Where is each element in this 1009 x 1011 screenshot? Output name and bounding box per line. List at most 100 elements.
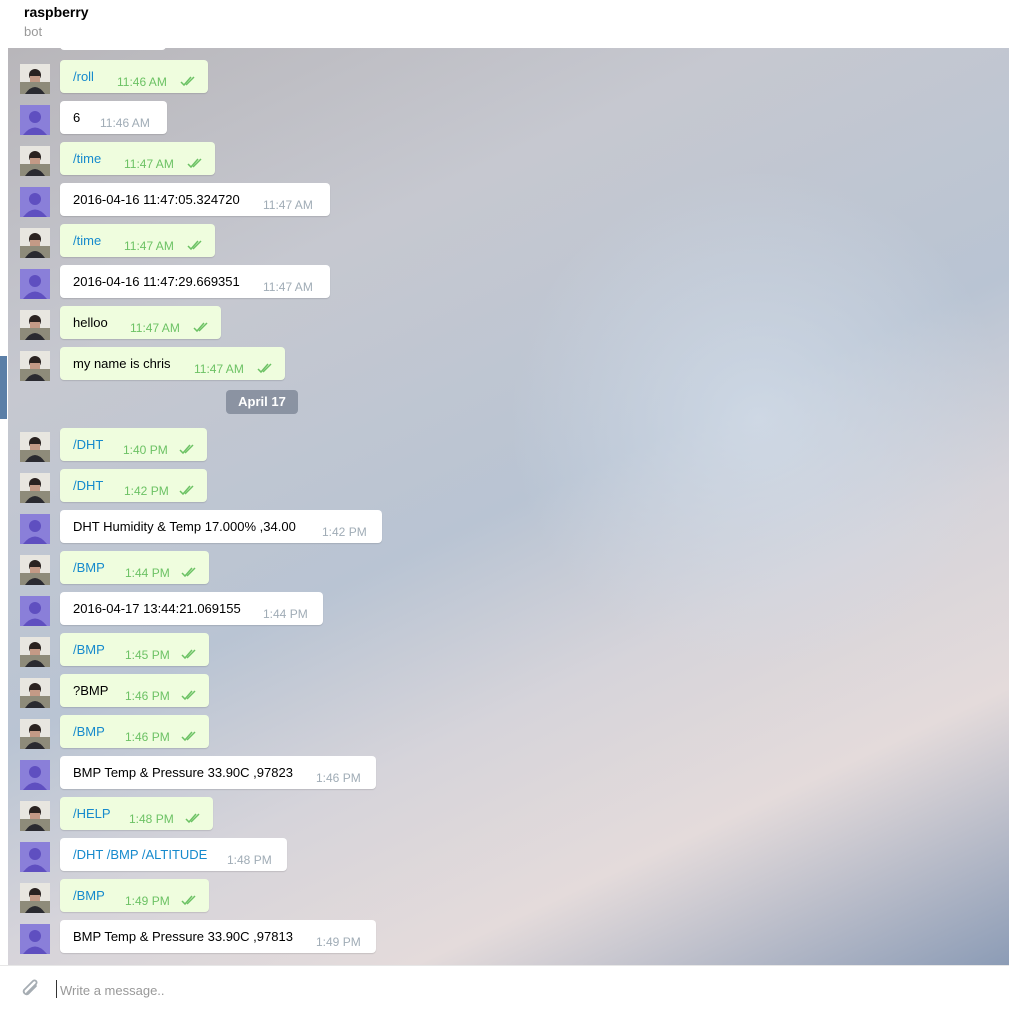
outgoing-message[interactable]: /time 11:47 AM [60, 142, 215, 175]
read-checkmarks-icon [187, 238, 205, 251]
read-checkmarks-icon [181, 729, 199, 742]
incoming-message[interactable]: /DHT /BMP /ALTITUDE 1:48 PM [60, 838, 287, 871]
bot-avatar[interactable] [20, 924, 50, 954]
message-list[interactable]: April 17 /roll 11:46 AM 6 11:46 AM/time 11:4… [8, 48, 1009, 965]
user-avatar[interactable] [20, 801, 50, 831]
user-avatar[interactable] [20, 228, 50, 258]
bot-avatar[interactable] [20, 187, 50, 217]
message-command-link[interactable]: /BMP [73, 888, 105, 903]
outgoing-message[interactable]: /time 11:47 AM [60, 224, 215, 257]
user-avatar[interactable] [20, 146, 50, 176]
user-avatar[interactable] [20, 310, 50, 340]
message-command-link[interactable]: /DHT [73, 437, 103, 452]
outgoing-message[interactable]: /DHT 1:42 PM [60, 469, 207, 502]
read-checkmarks-icon [180, 74, 198, 87]
read-checkmarks-icon [179, 442, 197, 455]
bot-avatar[interactable] [20, 269, 50, 299]
incoming-message[interactable]: DHT Humidity & Temp 17.000% ,34.00 1:42 P… [60, 510, 382, 543]
outgoing-message[interactable]: /BMP 1:45 PM [60, 633, 209, 666]
read-checkmarks-icon [181, 647, 199, 660]
sidebar-edge [0, 356, 7, 419]
message-command-link[interactable]: /time [73, 233, 101, 248]
incoming-message[interactable]: 2016-04-16 11:47:29.669351 11:47 AM [60, 265, 330, 298]
message-text: 6 [73, 110, 81, 125]
message-timestamp: 1:42 PM [124, 484, 169, 498]
read-checkmarks-icon [193, 320, 211, 333]
outgoing-message[interactable]: /roll 11:46 AM [60, 60, 208, 93]
message-command-link[interactable]: /roll [73, 69, 94, 84]
message-text: BMP Temp & Pressure 33.90C ,97823 [73, 765, 293, 780]
attach-icon[interactable] [20, 978, 42, 1002]
user-avatar[interactable] [20, 637, 50, 667]
message-timestamp: 1:49 PM [125, 894, 170, 908]
read-checkmarks-icon [257, 361, 275, 374]
outgoing-message[interactable]: ?BMP 1:46 PM [60, 674, 209, 707]
message-command-link[interactable]: /BMP [73, 642, 105, 657]
outgoing-message[interactable]: /BMP 1:46 PM [60, 715, 209, 748]
message-timestamp: 1:49 PM [316, 935, 361, 949]
chat-title[interactable]: raspberry [24, 4, 89, 20]
outgoing-message[interactable]: /HELP 1:48 PM [60, 797, 213, 830]
message-timestamp: 11:47 AM [124, 157, 174, 171]
text-cursor [56, 980, 57, 998]
chat-header[interactable]: raspberry bot [0, 0, 1009, 48]
outgoing-message[interactable]: /BMP 1:49 PM [60, 879, 209, 912]
message-text: ?BMP [73, 683, 109, 698]
read-checkmarks-icon [181, 565, 199, 578]
message-timestamp: 1:42 PM [322, 525, 367, 539]
user-avatar[interactable] [20, 719, 50, 749]
bot-avatar[interactable] [20, 596, 50, 626]
message-timestamp: 11:47 AM [194, 362, 244, 376]
date-separator: April 17 [226, 390, 298, 414]
outgoing-message[interactable]: helloo 11:47 AM [60, 306, 221, 339]
incoming-message[interactable]: BMP Temp & Pressure 33.90C ,97813 1:49 PM [60, 920, 376, 953]
message-timestamp: 11:46 AM [117, 75, 167, 89]
message-timestamp: 1:44 PM [263, 607, 308, 621]
message-timestamp: 1:48 PM [227, 853, 272, 867]
message-input[interactable] [58, 978, 662, 1002]
incoming-message[interactable]: BMP Temp & Pressure 33.90C ,97823 1:46 PM [60, 756, 376, 789]
message-timestamp: 1:45 PM [125, 648, 170, 662]
message-timestamp: 11:46 AM [100, 116, 150, 130]
bot-avatar[interactable] [20, 760, 50, 790]
incoming-message[interactable]: 2016-04-17 13:44:21.069155 1:44 PM [60, 592, 323, 625]
message-text: my name is chris [73, 356, 171, 371]
background-glow [508, 168, 1008, 668]
message-text: 2016-04-17 13:44:21.069155 [73, 601, 241, 616]
read-checkmarks-icon [187, 156, 205, 169]
user-avatar[interactable] [20, 351, 50, 381]
message-text: DHT Humidity & Temp 17.000% ,34.00 [73, 519, 296, 534]
read-checkmarks-icon [181, 688, 199, 701]
message-text: helloo [73, 315, 108, 330]
message-command-link[interactable]: /DHT [73, 478, 103, 493]
read-checkmarks-icon [185, 811, 203, 824]
user-avatar[interactable] [20, 883, 50, 913]
message-timestamp: 1:40 PM [123, 443, 168, 457]
partial-message-bubble [60, 48, 166, 50]
chat-subtitle: bot [24, 24, 43, 39]
message-timestamp: 11:47 AM [130, 321, 180, 335]
message-command-link[interactable]: /time [73, 151, 101, 166]
message-command-link[interactable]: /BMP [73, 560, 105, 575]
message-text: 2016-04-16 11:47:29.669351 [73, 274, 240, 289]
message-timestamp: 1:44 PM [125, 566, 170, 580]
bot-avatar[interactable] [20, 842, 50, 872]
outgoing-message[interactable]: /BMP 1:44 PM [60, 551, 209, 584]
message-command-link[interactable]: /BMP [73, 724, 105, 739]
user-avatar[interactable] [20, 64, 50, 94]
message-command-link[interactable]: /DHT /BMP /ALTITUDE [73, 847, 207, 862]
message-composer [0, 965, 1009, 1011]
message-command-link[interactable]: /HELP [73, 806, 111, 821]
user-avatar[interactable] [20, 555, 50, 585]
message-timestamp: 1:46 PM [125, 730, 170, 744]
incoming-message[interactable]: 6 11:46 AM [60, 101, 167, 134]
message-text: 2016-04-16 11:47:05.324720 [73, 192, 240, 207]
user-avatar[interactable] [20, 678, 50, 708]
bot-avatar[interactable] [20, 105, 50, 135]
user-avatar[interactable] [20, 432, 50, 462]
bot-avatar[interactable] [20, 514, 50, 544]
outgoing-message[interactable]: /DHT 1:40 PM [60, 428, 207, 461]
outgoing-message[interactable]: my name is chris 11:47 AM [60, 347, 285, 380]
incoming-message[interactable]: 2016-04-16 11:47:05.324720 11:47 AM [60, 183, 330, 216]
user-avatar[interactable] [20, 473, 50, 503]
